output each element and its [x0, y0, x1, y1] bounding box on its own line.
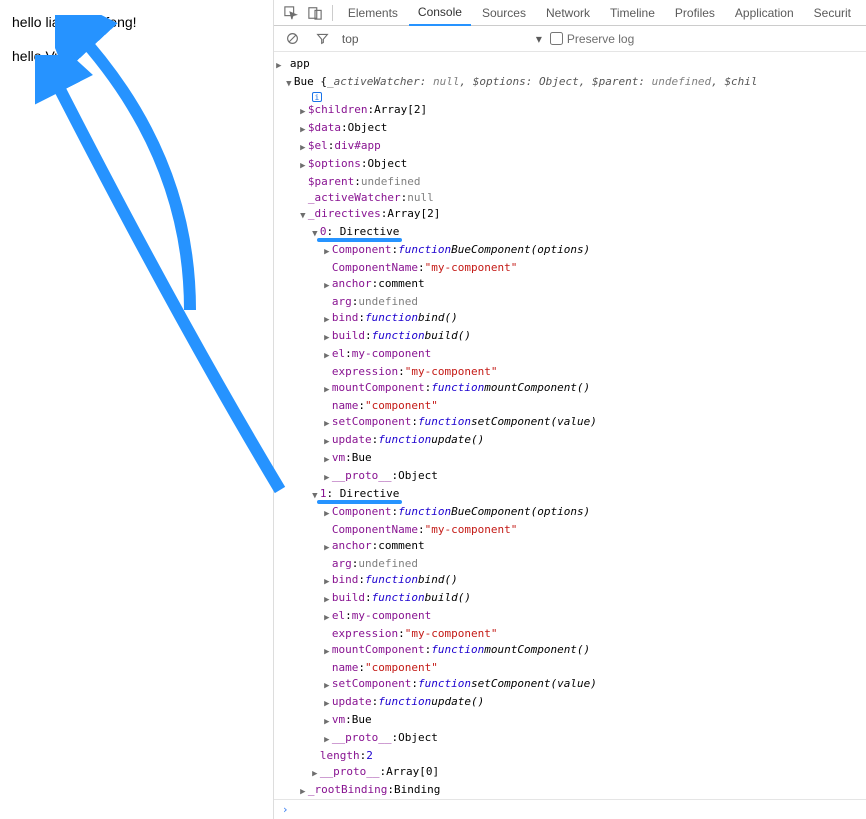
expand-toggle[interactable]: ▶ — [322, 730, 332, 748]
device-mode-icon[interactable] — [304, 2, 326, 24]
expand-toggle[interactable]: ▶ — [322, 276, 332, 294]
inspect-icon[interactable] — [280, 2, 302, 24]
log-app: app — [290, 56, 310, 72]
expand-toggle[interactable]: ▶ — [322, 380, 332, 398]
expand-toggle[interactable]: ▶ — [322, 694, 332, 712]
annotation-arrow-2 — [35, 55, 295, 505]
console-output[interactable]: ▶app ▶▼ Bue { _activeWatcher: null, $opt… — [274, 52, 866, 799]
console-toolbar: top ▾ Preserve log — [274, 26, 866, 52]
expand-toggle[interactable]: ▶ — [322, 414, 332, 432]
directive-1-header: 1: Directive — [320, 486, 399, 502]
expand-toggle[interactable]: ▶ — [322, 676, 332, 694]
preserve-log-checkbox[interactable] — [550, 32, 563, 45]
expand-toggle[interactable]: ▶ — [322, 328, 332, 346]
expand-toggle[interactable]: ▶ — [322, 572, 332, 590]
expand-toggle[interactable]: ▶ — [274, 56, 284, 74]
tab-security[interactable]: Securit — [805, 0, 860, 26]
expand-toggle[interactable]: ▶ — [322, 712, 332, 730]
expand-toggle[interactable]: ▼ — [284, 74, 294, 92]
expand-toggle[interactable]: ▼ — [298, 206, 308, 224]
tab-profiles[interactable]: Profiles — [666, 0, 724, 26]
expand-toggle[interactable]: ▶ — [322, 242, 332, 260]
devtools-panel: Elements Console Sources Network Timelin… — [274, 0, 866, 819]
expand-toggle[interactable]: ▶ — [322, 310, 332, 328]
toolbar-divider — [332, 5, 333, 21]
devtools-main-toolbar: Elements Console Sources Network Timelin… — [274, 0, 866, 26]
expand-toggle[interactable]: ▶ — [322, 642, 332, 660]
console-prompt[interactable]: › — [274, 799, 866, 819]
expand-toggle[interactable]: ▶ — [298, 156, 308, 174]
expand-toggle[interactable]: ▶ — [298, 782, 308, 799]
filter-icon[interactable] — [312, 28, 334, 50]
tab-elements[interactable]: Elements — [339, 0, 407, 26]
bue-preview: _activeWatcher: null, $options: Object, … — [327, 74, 758, 90]
page-content: hello liangshaofeng! hello Vue! — [0, 0, 274, 819]
expand-toggle[interactable]: ▶ — [322, 538, 332, 556]
expand-toggle[interactable]: ▶ — [298, 102, 308, 120]
prompt-chevron-icon: › — [282, 803, 289, 816]
hello-line-1: hello liangshaofeng! — [12, 14, 261, 30]
preserve-log-toggle[interactable]: Preserve log — [550, 32, 634, 46]
tab-console[interactable]: Console — [409, 0, 471, 26]
context-select[interactable]: top ▾ — [342, 32, 542, 46]
expand-toggle[interactable]: ▶ — [322, 590, 332, 608]
tab-sources[interactable]: Sources — [473, 0, 535, 26]
preserve-log-label: Preserve log — [567, 32, 634, 46]
expand-toggle[interactable]: ▶ — [322, 504, 332, 522]
expand-toggle[interactable]: ▶ — [298, 120, 308, 138]
context-label: top — [342, 32, 359, 46]
expand-toggle[interactable]: ▶ — [322, 608, 332, 626]
expand-toggle[interactable]: ▶ — [298, 138, 308, 156]
tab-network[interactable]: Network — [537, 0, 599, 26]
log-bue: Bue { — [294, 74, 327, 90]
expand-toggle[interactable]: ▶ — [322, 450, 332, 468]
tab-application[interactable]: Application — [726, 0, 803, 26]
hello-line-2: hello Vue! — [12, 48, 261, 64]
tab-timeline[interactable]: Timeline — [601, 0, 664, 26]
expand-toggle[interactable]: ▶ — [310, 764, 320, 782]
chevron-down-icon: ▾ — [536, 32, 542, 46]
clear-console-icon[interactable] — [282, 28, 304, 50]
info-icon[interactable]: i — [312, 92, 322, 102]
expand-toggle[interactable]: ▶ — [322, 346, 332, 364]
expand-toggle[interactable]: ▶ — [322, 468, 332, 486]
expand-toggle[interactable]: ▶ — [322, 432, 332, 450]
directive-0-header: 0: Directive — [320, 224, 399, 240]
